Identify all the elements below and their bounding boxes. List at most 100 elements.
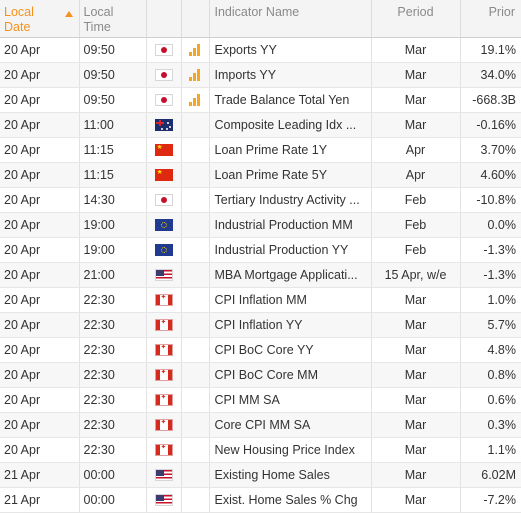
time-cell: 19:00 [79,212,147,238]
indicator-name-cell[interactable]: CPI BoC Core MM [209,362,372,388]
indicator-name-cell[interactable]: Imports YY [209,62,372,88]
header-local-date-label: Local Date [4,5,34,34]
header-indicator-name[interactable]: Indicator Name [209,0,372,38]
time-cell: 22:30 [79,287,147,313]
indicator-name-cell[interactable]: New Housing Price Index [209,437,372,463]
table-row[interactable]: 20 Apr22:30 Core CPI MM SAMar0.3% [0,412,521,438]
ca-flag-icon [154,319,173,332]
prior-cell: -10.8% [460,187,521,213]
table-row[interactable]: 20 Apr11:15 Loan Prime Rate 1YApr3.70% [0,137,521,163]
us-flag-icon [154,469,173,482]
country-cell [146,162,182,188]
prior-cell: -7.2% [460,487,521,513]
header-indicator-name-label: Indicator Name [214,5,300,19]
country-cell [146,437,182,463]
indicator-name-cell[interactable]: Composite Leading Idx ... [209,112,372,138]
ca-flag-icon [154,344,173,357]
table-row[interactable]: 20 Apr 14:30 Tertiary Industry Activity ..… [0,187,521,213]
indicator-name-cell[interactable]: Industrial Production MM [209,212,372,238]
jp-flag-icon [154,194,173,207]
ca-flag-icon [154,294,173,307]
date-cell: 21 Apr [0,462,80,488]
period-cell: Mar [371,387,461,413]
table-row[interactable]: 20 Apr 09:50 Trade Balance Total Yen Mar -66… [0,87,521,113]
period-cell: Mar [371,112,461,138]
time-cell: 11:15 [79,137,147,163]
time-cell: 22:30 [79,312,147,338]
table-row[interactable]: 20 Apr 11:00 Composite Leading Idx ... Mar -… [0,112,521,138]
date-cell: 20 Apr [0,387,80,413]
eu-flag-icon [154,219,173,232]
indicator-name-cell[interactable]: CPI Inflation MM [209,287,372,313]
table-row[interactable]: 20 Apr22:30 CPI BoC Core MMMar0.8% [0,362,521,388]
importance-cell [181,312,210,338]
indicator-name-cell[interactable]: Loan Prime Rate 5Y [209,162,372,188]
indicator-name-cell[interactable]: MBA Mortgage Applicati... [209,262,372,288]
table-row[interactable]: 20 Apr22:30 CPI Inflation YYMar5.7% [0,312,521,338]
indicator-name-cell[interactable]: CPI Inflation YY [209,312,372,338]
country-cell [146,62,182,88]
indicator-name-cell[interactable]: Trade Balance Total Yen [209,87,372,113]
header-period-label: Period [397,5,434,19]
importance-cell [181,262,210,288]
table-row[interactable]: 20 Apr 19:00 Industrial Production MM Feb 0.… [0,212,521,238]
indicator-name-cell[interactable]: CPI BoC Core YY [209,337,372,363]
header-period[interactable]: Period [371,0,461,38]
header-local-date[interactable]: Local Date [0,0,80,38]
country-cell [146,187,182,213]
country-cell [146,387,182,413]
importance-cell [181,37,210,63]
prior-cell: 0.0% [460,212,521,238]
table-row[interactable]: 20 Apr11:15 Loan Prime Rate 5YApr4.60% [0,162,521,188]
indicator-name-cell[interactable]: Exist. Home Sales % Chg [209,487,372,513]
indicator-name-cell[interactable]: Tertiary Industry Activity ... [209,187,372,213]
prior-cell: 0.8% [460,362,521,388]
table-header-row: Local Date Local Time Indicator Name Per… [0,0,521,38]
table-row[interactable]: 20 Apr 09:50 Imports YY Mar 34.0% [0,62,521,88]
period-cell: Mar [371,337,461,363]
indicator-name-cell[interactable]: CPI MM SA [209,387,372,413]
date-cell: 20 Apr [0,62,80,88]
time-cell: 09:50 [79,62,147,88]
header-prior[interactable]: Prior [460,0,521,38]
importance-cell [181,337,210,363]
indicator-name-cell[interactable]: Core CPI MM SA [209,412,372,438]
indicator-name-cell[interactable]: Industrial Production YY [209,237,372,263]
table-row[interactable]: 21 Apr 00:00 Exist. Home Sales % Chg Mar -7.… [0,487,521,513]
table-row[interactable]: 20 Apr 21:00 MBA Mortgage Applicati... 15 A… [0,262,521,288]
importance-cell [181,212,210,238]
period-cell: Apr [371,137,461,163]
prior-cell: 34.0% [460,62,521,88]
table-row[interactable]: 20 Apr22:30 CPI Inflation MMMar1.0% [0,287,521,313]
time-cell: 19:00 [79,237,147,263]
prior-cell: -1.3% [460,262,521,288]
header-importance[interactable] [181,0,210,38]
jp-flag-icon [154,69,173,82]
period-cell: Feb [371,212,461,238]
date-cell: 20 Apr [0,212,80,238]
ca-flag-icon [154,369,173,382]
table-row[interactable]: 20 Apr 19:00 Industrial Production YY Feb -1… [0,237,521,263]
table-row[interactable]: 20 Apr 09:50 Exports YY Mar 19.1% [0,37,521,63]
prior-cell: 5.7% [460,312,521,338]
country-cell [146,287,182,313]
prior-cell: -668.3B [460,87,521,113]
table-row[interactable]: 21 Apr 00:00 Existing Home Sales Mar 6.02M [0,462,521,488]
importance-cell [181,462,210,488]
indicator-name-cell[interactable]: Exports YY [209,37,372,63]
table-row[interactable]: 20 Apr22:30 New Housing Price IndexMar1.1… [0,437,521,463]
importance-cell [181,62,210,88]
prior-cell: -1.3% [460,237,521,263]
us-flag-icon [154,269,173,282]
prior-cell: 0.6% [460,387,521,413]
header-local-time[interactable]: Local Time [79,0,147,38]
indicator-name-cell[interactable]: Existing Home Sales [209,462,372,488]
date-cell: 20 Apr [0,87,80,113]
period-cell: Mar [371,462,461,488]
header-country[interactable] [146,0,182,38]
table-row[interactable]: 20 Apr22:30 CPI BoC Core YYMar4.8% [0,337,521,363]
indicator-name-cell[interactable]: Loan Prime Rate 1Y [209,137,372,163]
table-row[interactable]: 20 Apr22:30 CPI MM SAMar0.6% [0,387,521,413]
period-cell: Mar [371,312,461,338]
date-cell: 21 Apr [0,487,80,513]
